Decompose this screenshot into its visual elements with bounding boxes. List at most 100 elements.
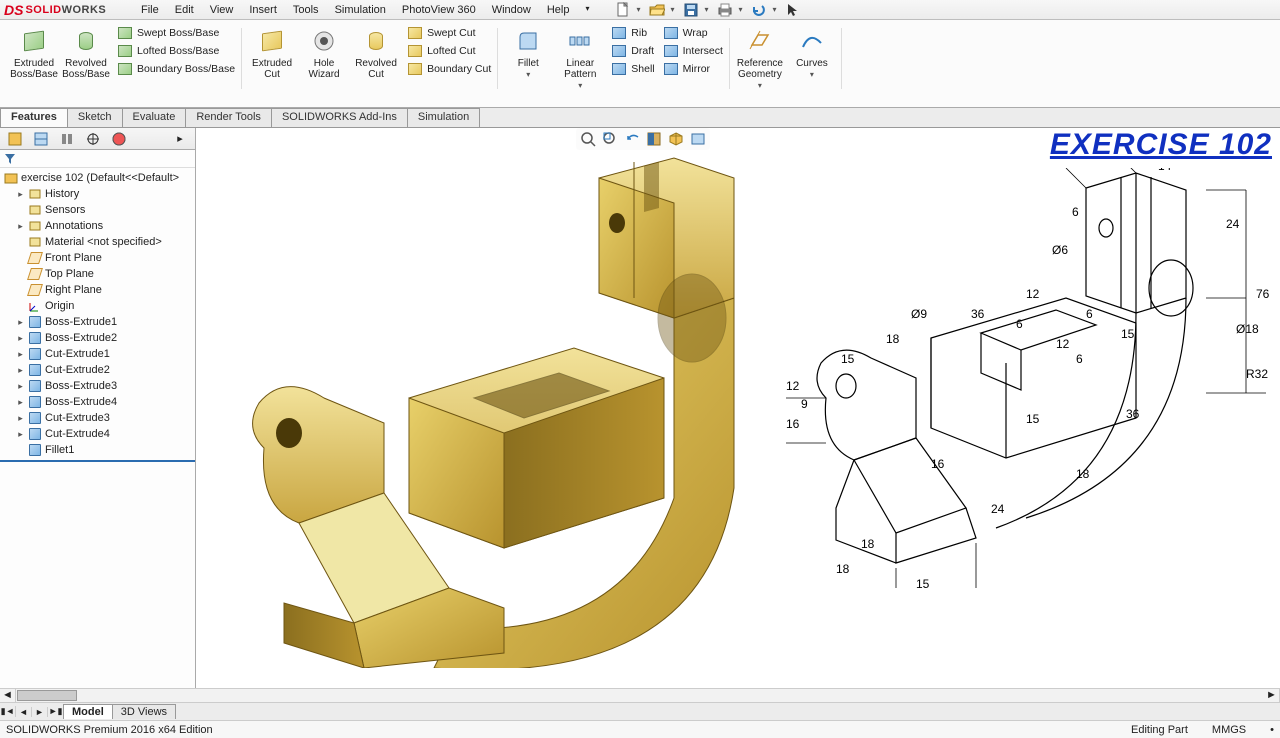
tree-item[interactable]: Sensors <box>0 202 195 218</box>
view-tab-model[interactable]: Model <box>63 704 113 719</box>
linear-pattern-dropdown-icon[interactable]: ▾ <box>576 82 584 91</box>
menu-simulation[interactable]: Simulation <box>328 2 393 18</box>
appearance-tab-icon[interactable] <box>108 130 130 148</box>
tab-evaluate[interactable]: Evaluate <box>122 108 187 127</box>
tree-item[interactable]: Right Plane <box>0 282 195 298</box>
tab-render[interactable]: Render Tools <box>185 108 272 127</box>
tree-item[interactable]: ▸Boss-Extrude1 <box>0 314 195 330</box>
menu-photoview[interactable]: PhotoView 360 <box>395 2 483 18</box>
draft-button[interactable]: Draft <box>608 42 657 60</box>
tab-addins[interactable]: SOLIDWORKS Add-Ins <box>271 108 408 127</box>
tree-item[interactable]: ▸Cut-Extrude1 <box>0 346 195 362</box>
tab-nav-prev-icon[interactable]: ◄ <box>16 707 32 717</box>
expand-icon[interactable]: ▸ <box>16 381 25 392</box>
zoom-area-icon[interactable] <box>600 130 620 148</box>
expand-icon[interactable]: ▸ <box>16 397 25 408</box>
menu-overflow-icon[interactable]: ▾ <box>578 2 592 18</box>
tree-item[interactable]: Material <not specified> <box>0 234 195 250</box>
display-style-icon[interactable] <box>688 130 708 148</box>
status-units[interactable]: MMGS <box>1212 724 1246 736</box>
panel-expand-icon[interactable]: ▸ <box>169 130 191 148</box>
new-dropdown-icon[interactable]: ▾ <box>636 5 644 14</box>
open-document-icon[interactable] <box>646 1 668 19</box>
tab-sketch[interactable]: Sketch <box>67 108 123 127</box>
undo-icon[interactable] <box>748 1 770 19</box>
swept-boss-button[interactable]: Swept Boss/Base <box>114 24 238 42</box>
tree-item[interactable]: ▸Annotations <box>0 218 195 234</box>
tree-item[interactable]: ▸Boss-Extrude2 <box>0 330 195 346</box>
boundary-boss-button[interactable]: Boundary Boss/Base <box>114 60 238 78</box>
fillet-button[interactable]: Fillet▾ <box>502 24 554 82</box>
tab-features[interactable]: Features <box>0 108 68 127</box>
status-menu-icon[interactable]: • <box>1270 724 1274 736</box>
tree-item[interactable]: Origin <box>0 298 195 314</box>
linear-pattern-button[interactable]: Linear Pattern▾ <box>554 24 606 93</box>
curves-button[interactable]: Curves▾ <box>786 24 838 82</box>
lofted-boss-button[interactable]: Lofted Boss/Base <box>114 42 238 60</box>
tab-nav-first-icon[interactable]: ▮◄ <box>0 706 16 717</box>
expand-icon[interactable]: ▸ <box>16 317 25 328</box>
expand-icon[interactable]: ▸ <box>16 429 25 440</box>
tree-rollback-bar[interactable] <box>0 460 195 462</box>
menu-edit[interactable]: Edit <box>168 2 201 18</box>
expand-icon[interactable]: ▸ <box>16 333 25 344</box>
dimxpert-tab-icon[interactable] <box>82 130 104 148</box>
tree-item[interactable]: ▸Cut-Extrude4 <box>0 426 195 442</box>
revolved-boss-button[interactable]: Revolved Boss/Base <box>60 24 112 82</box>
expand-icon[interactable]: ▸ <box>16 365 25 376</box>
tree-root[interactable]: exercise 102 (Default<<Default> <box>0 170 195 186</box>
zoom-fit-icon[interactable] <box>578 130 598 148</box>
undo-dropdown-icon[interactable]: ▾ <box>772 5 780 14</box>
expand-icon[interactable]: ▸ <box>16 349 25 360</box>
fillet-dropdown-icon[interactable]: ▾ <box>524 71 532 80</box>
extruded-boss-button[interactable]: Extruded Boss/Base <box>8 24 60 82</box>
tree-item[interactable]: ▸Boss-Extrude3 <box>0 378 195 394</box>
view-orientation-icon[interactable] <box>666 130 686 148</box>
graphics-viewport[interactable]: EXERCISE 102 <box>196 128 1280 688</box>
hole-wizard-button[interactable]: Hole Wizard <box>298 24 350 82</box>
tree-item[interactable]: ▸Boss-Extrude4 <box>0 394 195 410</box>
tree-item[interactable]: ▸History <box>0 186 195 202</box>
expand-icon[interactable]: ▸ <box>16 221 25 232</box>
property-tab-icon[interactable] <box>30 130 52 148</box>
expand-icon[interactable]: ▸ <box>16 413 25 424</box>
wrap-button[interactable]: Wrap <box>660 24 726 42</box>
tree-item[interactable]: Top Plane <box>0 266 195 282</box>
boundary-cut-button[interactable]: Boundary Cut <box>404 60 494 78</box>
scroll-right-icon[interactable]: ► <box>1264 689 1280 702</box>
menu-tools[interactable]: Tools <box>286 2 326 18</box>
swept-cut-button[interactable]: Swept Cut <box>404 24 494 42</box>
config-tab-icon[interactable] <box>56 130 78 148</box>
menu-file[interactable]: File <box>134 2 166 18</box>
rib-button[interactable]: Rib <box>608 24 657 42</box>
expand-icon[interactable]: ▸ <box>16 189 25 200</box>
lofted-cut-button[interactable]: Lofted Cut <box>404 42 494 60</box>
tab-simulation[interactable]: Simulation <box>407 108 480 127</box>
save-icon[interactable] <box>680 1 702 19</box>
horizontal-scrollbar[interactable]: ◄ ► <box>0 688 1280 702</box>
reference-geometry-button[interactable]: Reference Geometry▾ <box>734 24 786 93</box>
ref-geom-dropdown-icon[interactable]: ▾ <box>756 82 764 91</box>
view-tab-3dviews[interactable]: 3D Views <box>112 704 176 719</box>
menu-help[interactable]: Help <box>540 2 577 18</box>
tab-nav-last-icon[interactable]: ►▮ <box>48 706 64 717</box>
new-document-icon[interactable] <box>612 1 634 19</box>
filter-icon[interactable] <box>4 153 16 165</box>
select-icon[interactable] <box>782 1 804 19</box>
menu-insert[interactable]: Insert <box>242 2 284 18</box>
tree-item[interactable]: ▸Cut-Extrude3 <box>0 410 195 426</box>
tree-item[interactable]: Front Plane <box>0 250 195 266</box>
feature-tree-tab-icon[interactable] <box>4 130 26 148</box>
scroll-left-icon[interactable]: ◄ <box>0 689 16 702</box>
section-view-icon[interactable] <box>644 130 664 148</box>
print-icon[interactable] <box>714 1 736 19</box>
feature-tree[interactable]: exercise 102 (Default<<Default> ▸History… <box>0 168 195 688</box>
intersect-button[interactable]: Intersect <box>660 42 726 60</box>
scroll-thumb[interactable] <box>17 690 77 701</box>
menu-view[interactable]: View <box>203 2 241 18</box>
menu-window[interactable]: Window <box>485 2 538 18</box>
tree-item[interactable]: Fillet1 <box>0 442 195 458</box>
revolved-cut-button[interactable]: Revolved Cut <box>350 24 402 82</box>
open-dropdown-icon[interactable]: ▾ <box>670 5 678 14</box>
save-dropdown-icon[interactable]: ▾ <box>704 5 712 14</box>
